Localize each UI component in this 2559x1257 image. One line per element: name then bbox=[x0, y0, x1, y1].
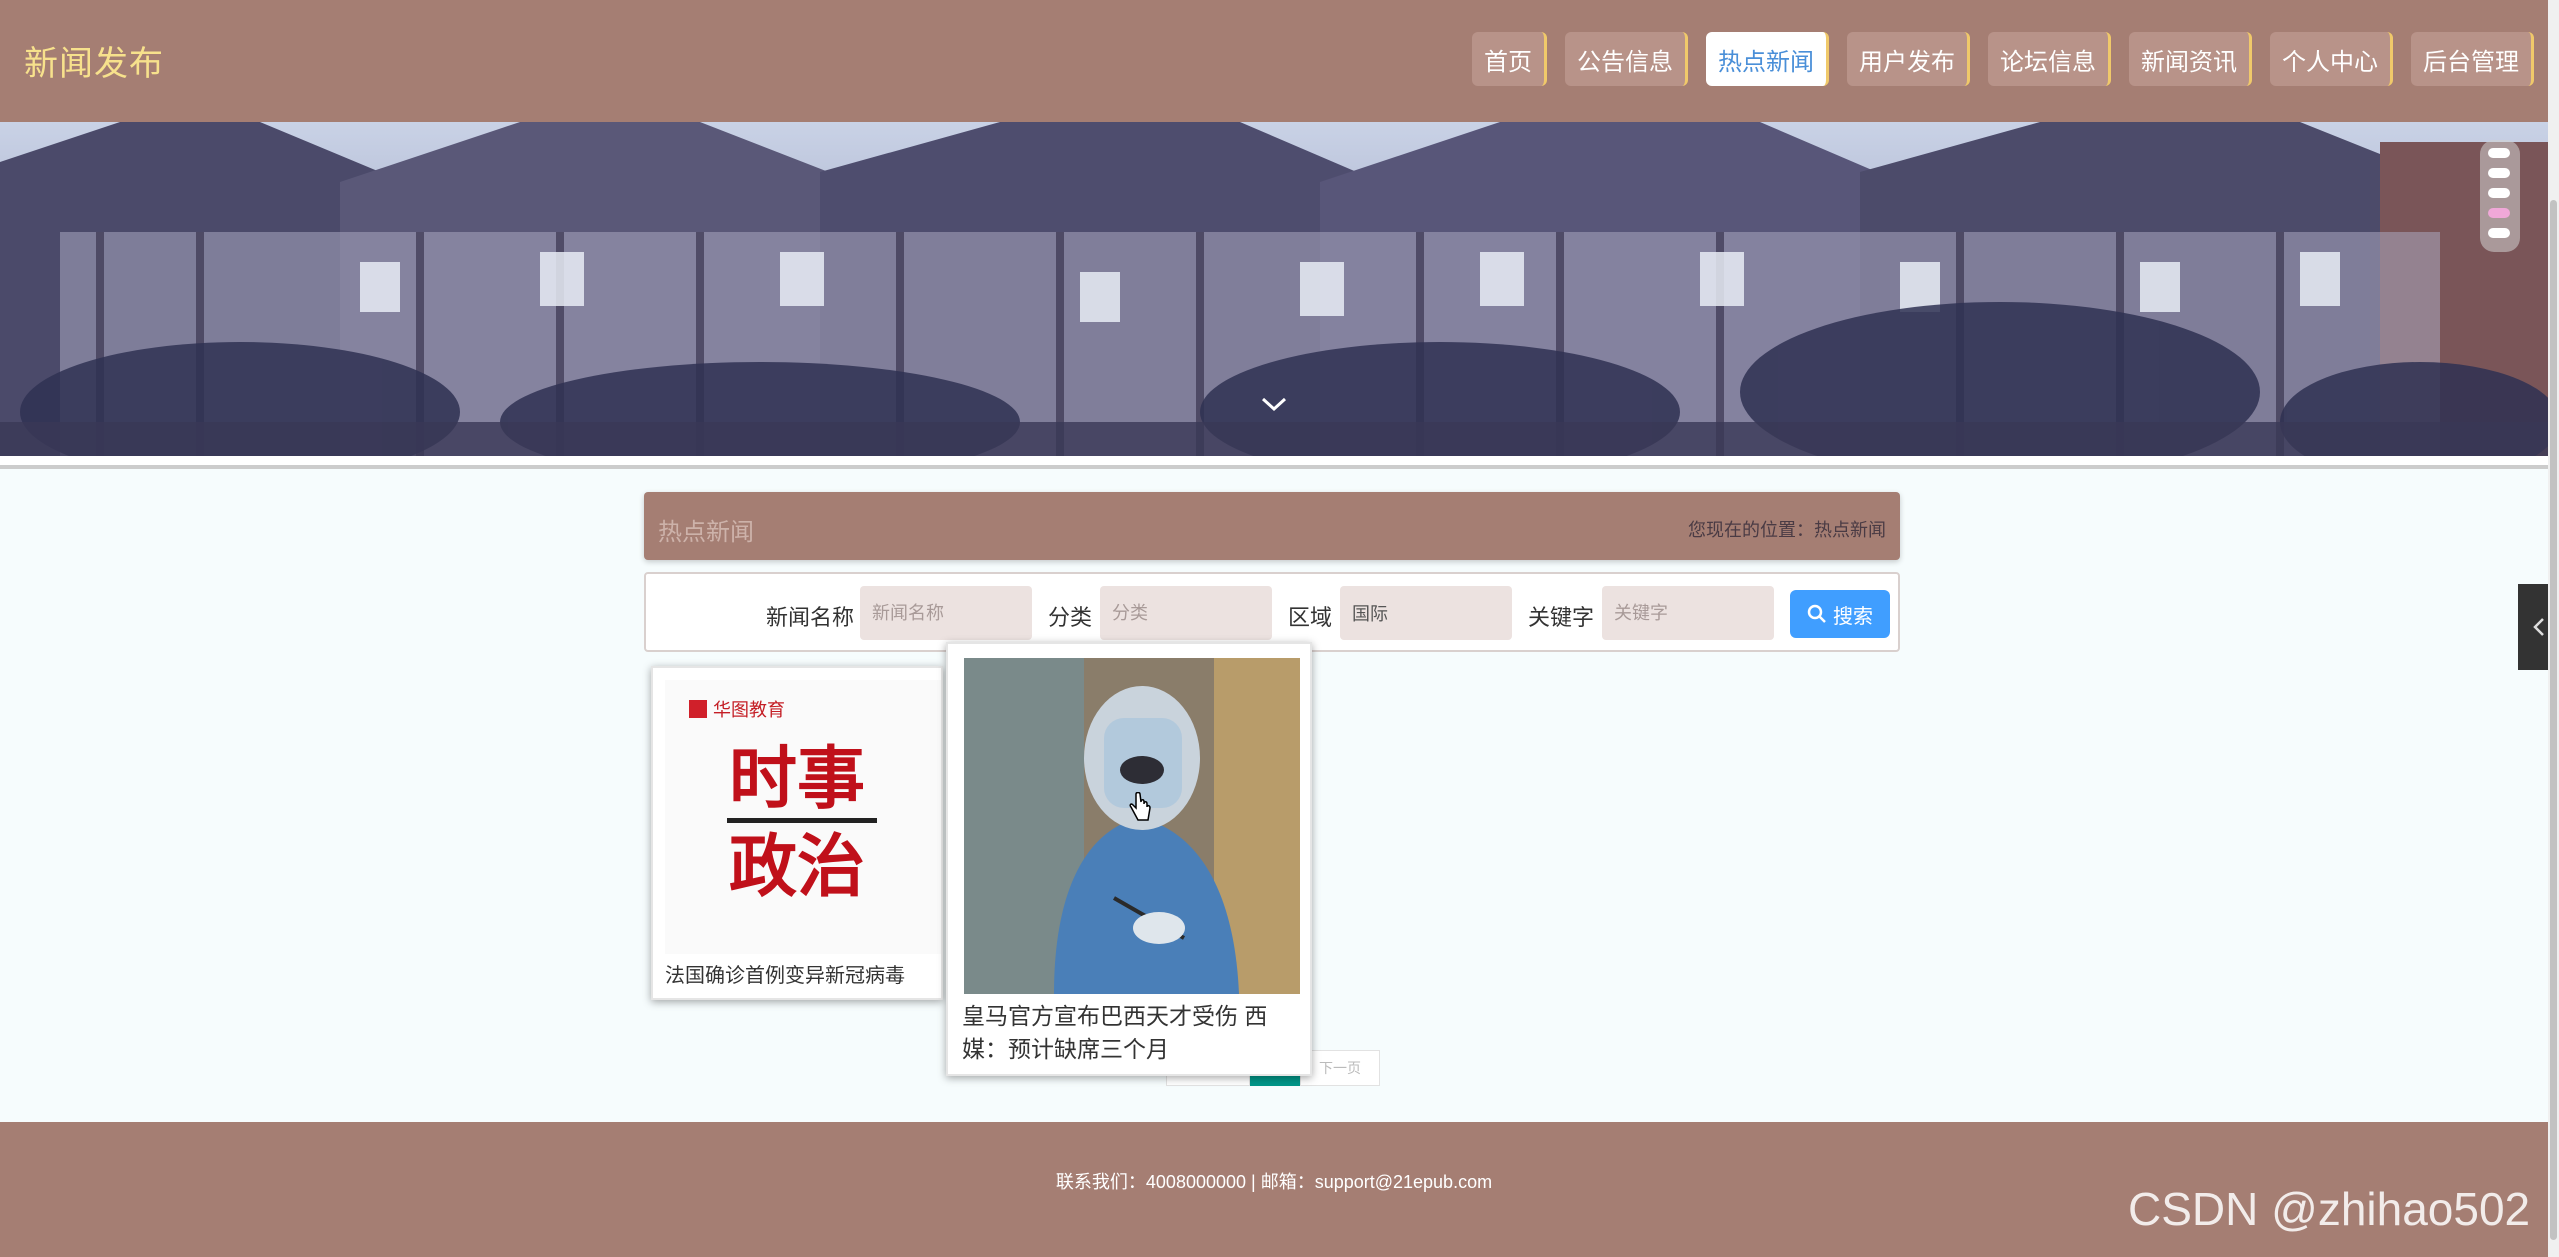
top-header: 新闻发布 首页 公告信息 热点新闻 用户发布 论坛信息 新闻资讯 个人中心 后台… bbox=[0, 0, 2548, 122]
keyword-label: 关键字 bbox=[1528, 605, 1595, 630]
current-affairs-image: 华图教育 时事 政治 bbox=[665, 680, 941, 954]
region-input[interactable] bbox=[1340, 586, 1512, 640]
nav-personal-center[interactable]: 个人中心 bbox=[2270, 32, 2393, 86]
category-input[interactable] bbox=[1100, 586, 1272, 640]
carousel-dot-1[interactable] bbox=[2488, 148, 2510, 158]
image-headline-2: 政治 bbox=[729, 828, 865, 907]
scrollbar-thumb[interactable] bbox=[2550, 200, 2557, 1240]
carousel-dot-2[interactable] bbox=[2488, 168, 2510, 178]
search-button-label: 搜索 bbox=[1833, 605, 1873, 628]
chevron-down-icon[interactable] bbox=[1260, 394, 1288, 414]
carousel-dot-5[interactable] bbox=[2488, 228, 2510, 238]
nav-home[interactable]: 首页 bbox=[1472, 32, 1547, 86]
news-card-title[interactable]: 皇马官方宣布巴西天才受伤 西媒：预计缺席三个月 bbox=[962, 1000, 1302, 1066]
news-card[interactable]: 华图教育 时事 政治 法国确诊首例变异新冠病毒 bbox=[651, 666, 943, 1000]
hand-cursor-icon bbox=[1129, 792, 1151, 821]
news-card-title[interactable]: 法国确诊首例变异新冠病毒 bbox=[665, 960, 935, 992]
banner-carousel[interactable] bbox=[0, 122, 2548, 456]
nav-admin[interactable]: 后台管理 bbox=[2411, 32, 2534, 86]
carousel-dot-3[interactable] bbox=[2488, 188, 2510, 198]
nav-forum[interactable]: 论坛信息 bbox=[1988, 32, 2111, 86]
image-headline-1: 时事 bbox=[729, 740, 865, 819]
news-name-label: 新闻名称 bbox=[766, 605, 855, 630]
banner-divider bbox=[0, 456, 2548, 469]
nav-news-info[interactable]: 新闻资讯 bbox=[2129, 32, 2252, 86]
nav-hot-news[interactable]: 热点新闻 bbox=[1706, 32, 1829, 86]
nav-user-posts[interactable]: 用户发布 bbox=[1847, 32, 1970, 86]
site-brand[interactable]: 新闻发布 bbox=[24, 36, 164, 85]
next-page-button[interactable]: 下一页 bbox=[1300, 1050, 1380, 1086]
search-icon bbox=[1807, 604, 1826, 623]
nav-announcements[interactable]: 公告信息 bbox=[1565, 32, 1688, 86]
carousel-indicators bbox=[2480, 140, 2520, 252]
section-title: 热点新闻 bbox=[658, 519, 754, 546]
keyword-input[interactable] bbox=[1602, 586, 1774, 640]
section-header: 热点新闻 您现在的位置：热点新闻 bbox=[644, 492, 1900, 560]
breadcrumb: 您现在的位置：热点新闻 bbox=[1688, 520, 1886, 540]
search-form: 新闻名称 分类 区域 关键字 搜索 bbox=[644, 572, 1900, 652]
category-label: 分类 bbox=[1048, 605, 1093, 630]
carousel-dot-4[interactable] bbox=[2488, 208, 2510, 218]
news-card[interactable]: 皇马官方宣布巴西天才受伤 西媒：预计缺席三个月 bbox=[946, 642, 1312, 1076]
news-name-input[interactable] bbox=[860, 586, 1032, 640]
news-thumbnail[interactable]: 华图教育 时事 政治 bbox=[665, 680, 941, 954]
watermark: CSDN @zhihao502 bbox=[2128, 1183, 2531, 1235]
medical-worker-photo bbox=[964, 658, 1300, 994]
logo-text: 华图教育 bbox=[713, 700, 785, 721]
search-button[interactable]: 搜索 bbox=[1790, 590, 1890, 638]
main-nav: 首页 公告信息 热点新闻 用户发布 论坛信息 新闻资讯 个人中心 后台管理 bbox=[1472, 32, 2534, 86]
region-label: 区域 bbox=[1288, 605, 1333, 630]
news-thumbnail[interactable] bbox=[964, 658, 1300, 994]
chevron-left-icon bbox=[2532, 618, 2544, 636]
